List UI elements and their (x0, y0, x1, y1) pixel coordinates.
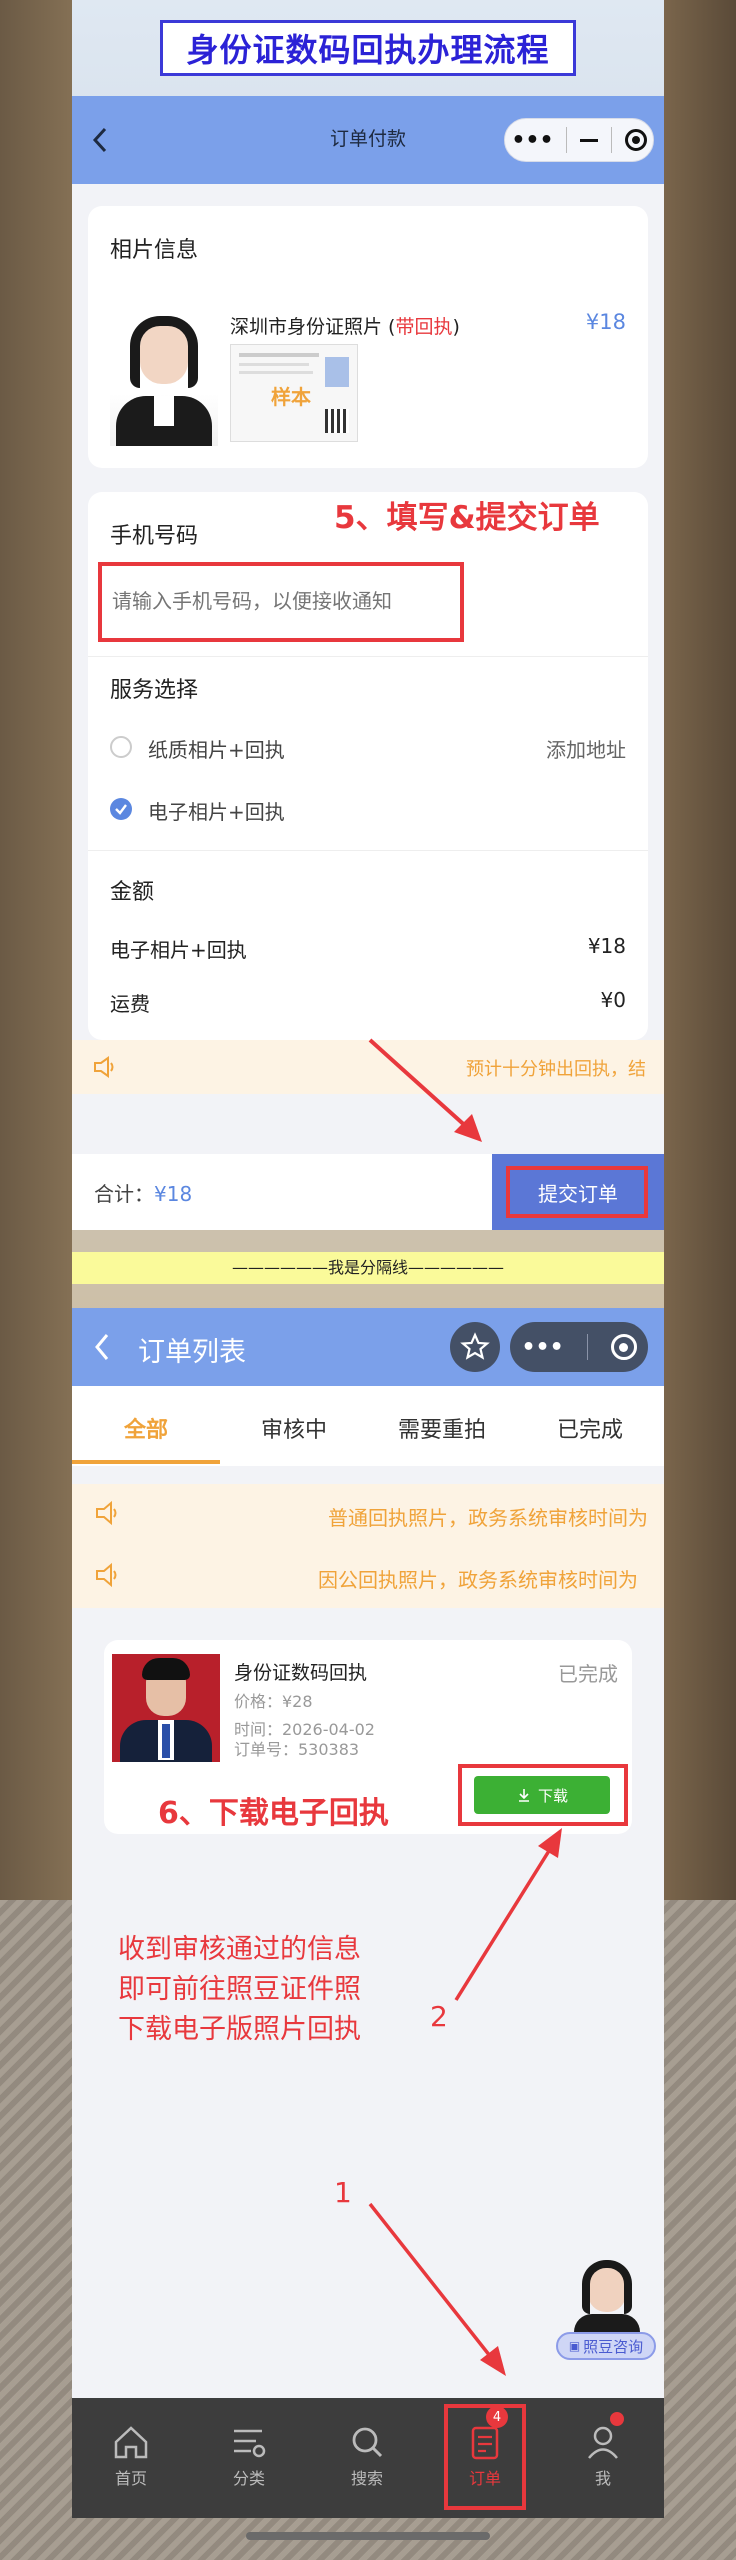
tab-reviewing[interactable]: 审核中 (220, 1412, 368, 1444)
order-footer: 合计：¥18 提交订单 (72, 1154, 664, 1230)
order-number: 订单号：530383 (234, 1740, 360, 1759)
step5-annotation: 5、填写&提交订单 (334, 500, 600, 536)
user-icon (588, 2426, 618, 2459)
tab-all[interactable]: 全部 (72, 1412, 220, 1444)
tabbar-category[interactable]: 分类 (190, 2398, 308, 2513)
arrow-to-order-tab (368, 2202, 506, 2376)
highlight-box (444, 2404, 526, 2510)
active-tab-indicator (72, 1460, 220, 1464)
speaker-icon (94, 1056, 114, 1078)
divider-strip: ——————我是分隔线—————— (72, 1252, 664, 1284)
arrow-to-submit (368, 1038, 482, 1142)
instruction-text: 收到审核通过的信息 即可前往照豆证件照 下载电子版照片回执 (118, 1934, 361, 2045)
section-title: 相片信息 (110, 238, 199, 263)
more-icon[interactable]: ••• (511, 128, 553, 153)
notice-normal: 普通回执照片，政务系统审核时间为 (328, 1506, 648, 1530)
tabbar-order[interactable]: 订单 4 (426, 2398, 544, 2513)
speaker-icon (96, 1500, 117, 1526)
add-address-link[interactable]: 添加地址 (546, 734, 626, 763)
radio-paper[interactable] (110, 736, 132, 758)
product-price: ¥18 (585, 310, 626, 334)
download-button[interactable]: 下载 (474, 1776, 610, 1814)
miniprogram-capsule: ••• (510, 1322, 648, 1372)
receipt-tag: 带回执 (395, 316, 453, 338)
status-tabs: 全部 审核中 需要重拍 已完成 (72, 1386, 664, 1466)
order-form-card: 手机号码 5、填写&提交订单 服务选择 纸质相片+回执 添加地址 电子相片+回执… (88, 492, 648, 1040)
search-icon (352, 2427, 383, 2457)
service-section-title: 服务选择 (110, 678, 199, 703)
category-icon (234, 2429, 266, 2457)
amount-item-price: ¥18 (587, 934, 626, 958)
speaker-icon (96, 1562, 117, 1588)
home-icon (114, 2425, 148, 2458)
amount-item-label: 电子相片+回执 (110, 938, 247, 962)
page-title: 订单列表 (138, 1337, 246, 1368)
marker-1: 1 (334, 2176, 352, 2209)
option-paper-label[interactable]: 纸质相片+回执 (148, 734, 285, 763)
notification-dot (610, 2412, 624, 2426)
order-name: 身份证数码回执 (234, 1662, 368, 1684)
arrow-to-download (454, 1828, 562, 2001)
star-icon (460, 1332, 490, 1360)
back-icon[interactable] (92, 1332, 112, 1362)
order-price: 价格：¥28 (234, 1692, 313, 1711)
favorite-button[interactable] (450, 1322, 500, 1372)
photo-info-card: 相片信息 深圳市身份证照片 (带回执) ¥18 样本 (88, 206, 648, 468)
guide-title: 身份证数码回执办理流程 (160, 20, 576, 76)
radio-digital-checked[interactable] (110, 798, 132, 820)
download-icon (518, 1789, 529, 1802)
close-miniprogram-icon[interactable] (624, 129, 647, 151)
order-card[interactable]: 身份证数码回执 已完成 价格：¥28 时间：2026-04-02 订单号：530… (104, 1640, 632, 1834)
submit-order-button[interactable]: 提交订单 (492, 1154, 664, 1230)
freight-price: ¥0 (600, 988, 626, 1012)
navbar: 订单列表 ••• (72, 1308, 664, 1386)
notice-area: 普通回执照片，政务系统审核时间为 因公回执照片，政务系统审核时间为 (72, 1484, 664, 1608)
step6-annotation: 6、下载电子回执 (158, 1796, 389, 1831)
receipt-sample-image: 样本 (230, 344, 358, 442)
tabbar-search[interactable]: 搜索 (308, 2398, 426, 2513)
order-photo (112, 1654, 220, 1762)
id-photo (110, 316, 218, 446)
order-status: 已完成 (558, 1662, 618, 1686)
notice-official: 因公回执照片，政务系统审核时间为 (318, 1568, 638, 1592)
order-count-badge: 4 (486, 2406, 508, 2428)
consult-assistant[interactable]: ▣ 照豆咨询 (556, 2260, 656, 2364)
total-amount: 合计：¥18 (94, 1182, 193, 1206)
navbar: 订单付款 ••• (72, 96, 664, 184)
tabbar-home[interactable]: 首页 (72, 2398, 190, 2513)
consult-badge[interactable]: ▣ 照豆咨询 (556, 2332, 656, 2360)
chat-icon: ▣ (568, 2339, 581, 2353)
submit-label: 提交订单 (538, 1182, 618, 1206)
home-indicator (246, 2532, 490, 2540)
more-icon[interactable]: ••• (521, 1335, 563, 1360)
tabbar-me[interactable]: 我 (544, 2398, 662, 2513)
miniprogram-capsule: ••• (504, 118, 654, 162)
option-digital-label[interactable]: 电子相片+回执 (148, 796, 285, 825)
tab-retake[interactable]: 需要重拍 (368, 1412, 516, 1444)
minimize-icon[interactable] (580, 138, 599, 142)
sample-watermark: 样本 (271, 385, 311, 409)
product-name: 深圳市身份证照片 (带回执) (230, 316, 460, 338)
phone-section-title: 手机号码 (110, 524, 199, 549)
freight-label: 运费 (110, 992, 150, 1016)
bottom-tabbar: 首页 分类 搜索 订单 4 我 (72, 2398, 664, 2518)
download-label: 下载 (537, 1786, 568, 1805)
tab-completed[interactable]: 已完成 (516, 1412, 664, 1444)
amount-section-title: 金额 (110, 880, 155, 905)
phone-input[interactable] (110, 578, 454, 624)
close-miniprogram-icon[interactable] (610, 1334, 637, 1360)
